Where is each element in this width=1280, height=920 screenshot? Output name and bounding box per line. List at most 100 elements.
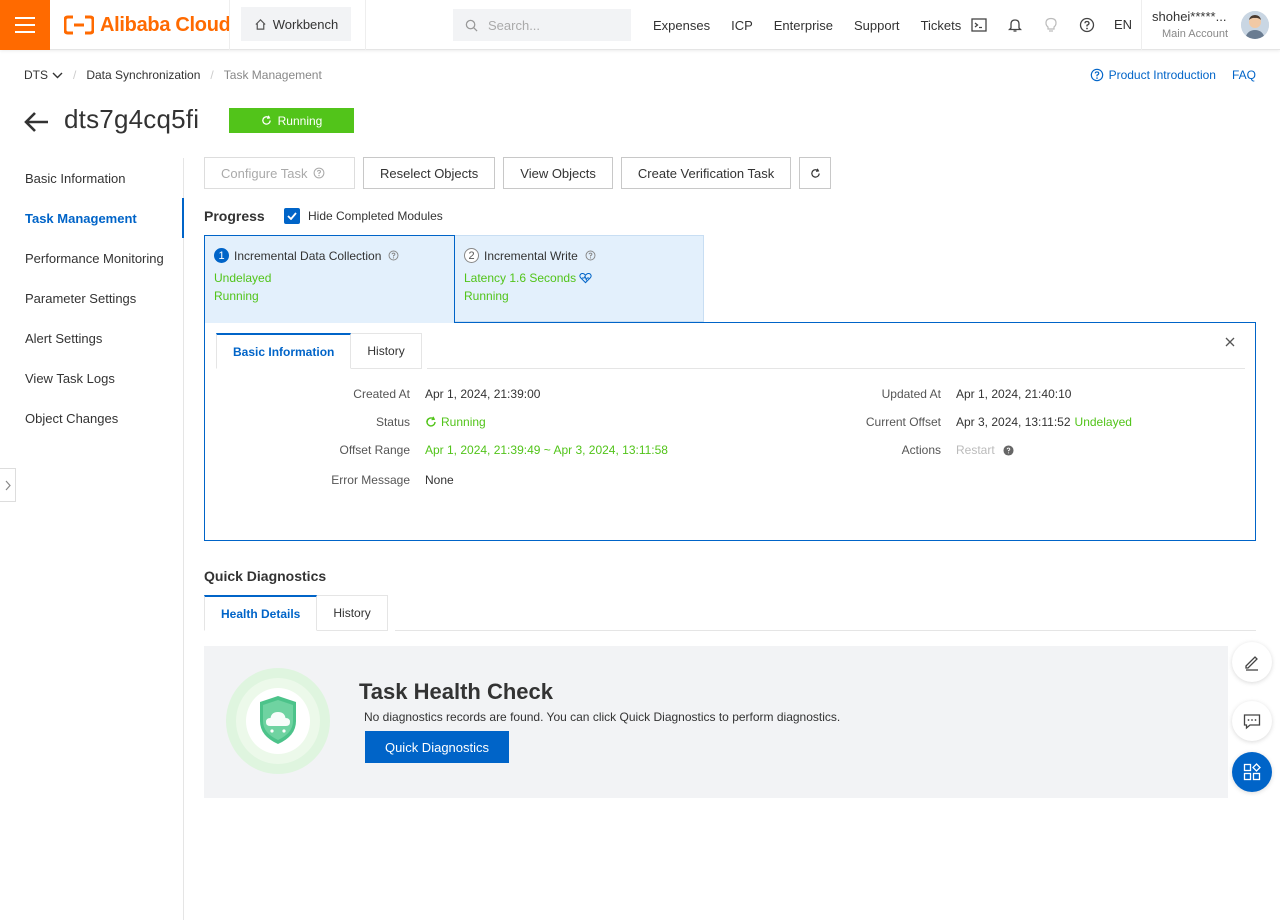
tabs-divider [427, 368, 1245, 369]
breadcrumb-current: Task Management [223, 68, 322, 82]
sidebar-collapse-handle[interactable] [0, 468, 16, 502]
hide-completed-checkbox[interactable]: Hide Completed Modules [284, 208, 443, 224]
created-at-value: Apr 1, 2024, 21:39:00 [425, 387, 541, 401]
apps-button[interactable] [1232, 752, 1272, 792]
breadcrumb-separator: / [73, 68, 77, 82]
current-offset-time: Apr 3, 2024, 13:11:52 [956, 415, 1071, 429]
nav-expenses[interactable]: Expenses [653, 18, 710, 33]
chat-button[interactable] [1232, 701, 1272, 741]
breadcrumb-service[interactable]: DTS [24, 68, 63, 82]
updated-at-label: Updated At [881, 387, 941, 401]
tab-health-details[interactable]: Health Details [204, 595, 318, 631]
divider [1141, 0, 1142, 50]
actions-label: Actions [901, 443, 941, 457]
current-offset-label: Current Offset [865, 415, 941, 429]
breadcrumb-section[interactable]: Data Synchronization [86, 68, 200, 82]
help-circle-icon [314, 167, 325, 179]
product-introduction-link[interactable]: Product Introduction [1090, 68, 1216, 82]
faq-link[interactable]: FAQ [1232, 68, 1256, 82]
workbench-button[interactable]: Workbench [241, 7, 351, 41]
health-check-panel: Task Health Check No diagnostics records… [204, 646, 1228, 798]
refresh-button[interactable] [799, 157, 832, 189]
search-box[interactable] [453, 9, 631, 41]
avatar[interactable] [1241, 11, 1269, 39]
chevron-down-icon [52, 72, 63, 78]
checkbox-checked-icon[interactable] [284, 208, 300, 224]
module-run-status: Running [464, 289, 509, 303]
terminal-icon[interactable] [970, 16, 988, 34]
top-bar: Alibaba Cloud Workbench Expenses ICP Ent… [0, 0, 1280, 50]
diagnostics-tabs: Health Details History [204, 595, 388, 631]
help-circle-icon[interactable] [388, 250, 399, 261]
refresh-icon [261, 115, 271, 125]
divider [365, 0, 366, 50]
status-text: Running [441, 415, 486, 429]
created-at-label: Created At [353, 387, 410, 401]
module-card-incremental-write[interactable]: 2 Incremental Write Latency 1.6 Seconds … [454, 235, 704, 322]
top-nav: Expenses ICP Enterprise Support Tickets [653, 0, 982, 50]
health-check-title: Task Health Check [359, 679, 554, 704]
search-input[interactable] [488, 17, 618, 33]
nav-tickets[interactable]: Tickets [921, 18, 962, 33]
actions-value: Restart [956, 443, 1014, 457]
alibaba-cloud-logo[interactable]: Alibaba Cloud [64, 14, 231, 36]
current-offset-status: Undelayed [1074, 415, 1132, 429]
sidebar: Basic Information Task Management Perfor… [0, 158, 184, 920]
quick-diagnostics-title: Quick Diagnostics [204, 568, 327, 584]
tab-diagnostics-history[interactable]: History [317, 595, 388, 631]
module-latency-label: Latency 1.6 Seconds [464, 271, 577, 285]
sidebar-item-alert-settings[interactable]: Alert Settings [0, 318, 183, 358]
lightbulb-icon[interactable] [1042, 16, 1060, 34]
apps-grid-icon [1243, 763, 1261, 781]
sidebar-item-parameter-settings[interactable]: Parameter Settings [0, 278, 183, 318]
page-title: dts7g4cq5fi [64, 104, 200, 134]
restart-link[interactable]: Restart [956, 443, 995, 457]
nav-support[interactable]: Support [854, 18, 900, 33]
tab-basic-information[interactable]: Basic Information [216, 333, 352, 369]
status-value: Running [425, 415, 486, 429]
offset-range-label: Offset Range [339, 443, 411, 457]
sidebar-item-performance-monitoring[interactable]: Performance Monitoring [0, 238, 183, 278]
help-icon[interactable] [1078, 16, 1096, 34]
nav-enterprise[interactable]: Enterprise [774, 18, 833, 33]
quick-diagnostics-button[interactable]: Quick Diagnostics [365, 731, 509, 763]
nav-icp[interactable]: ICP [731, 18, 753, 33]
module-detail-panel: Basic Information History Created At Apr… [204, 322, 1256, 541]
tabs-divider [395, 630, 1256, 631]
reselect-objects-button[interactable]: Reselect Objects [363, 157, 496, 189]
view-objects-button[interactable]: View Objects [503, 157, 613, 189]
updated-at-value: Apr 1, 2024, 21:40:10 [956, 387, 1072, 401]
heartbeat-icon[interactable] [579, 272, 592, 284]
configure-task-label: Configure Task [221, 165, 308, 181]
step-number: 1 [214, 248, 229, 263]
sidebar-item-basic-information[interactable]: Basic Information [0, 158, 183, 198]
breadcrumb: DTS / Data Synchronization / Task Manage… [24, 68, 322, 82]
tab-history[interactable]: History [351, 333, 422, 369]
user-menu[interactable]: shohei*****... Main Account [1152, 9, 1228, 40]
breadcrumb-separator: / [210, 68, 214, 82]
menu-icon[interactable] [0, 0, 50, 50]
feedback-edit-button[interactable] [1232, 642, 1272, 682]
home-icon [255, 18, 266, 30]
back-arrow-icon[interactable] [24, 110, 50, 134]
help-filled-icon[interactable] [1003, 444, 1014, 456]
status-label: Status [375, 415, 410, 429]
language-switch[interactable]: EN [1114, 17, 1132, 32]
module-card-incremental-data-collection[interactable]: 1 Incremental Data Collection Undelayed … [204, 235, 455, 323]
alibaba-logo-icon [64, 15, 94, 35]
brand-name: Alibaba Cloud [100, 13, 231, 36]
bell-icon[interactable] [1006, 16, 1024, 34]
configure-task-button[interactable]: Configure Task [204, 157, 355, 189]
help-circle-icon[interactable] [585, 250, 596, 261]
toolbar: Configure Task Reselect Objects View Obj… [204, 157, 832, 189]
hide-completed-label: Hide Completed Modules [308, 209, 443, 223]
sidebar-item-task-management[interactable]: Task Management [0, 198, 184, 238]
account-role: Main Account [1162, 28, 1229, 40]
module-run-status: Running [214, 289, 259, 303]
close-icon[interactable] [1223, 335, 1237, 349]
sidebar-item-view-task-logs[interactable]: View Task Logs [0, 358, 183, 398]
create-verification-task-button[interactable]: Create Verification Task [620, 157, 792, 189]
current-offset-value: Apr 3, 2024, 13:11:52 Undelayed [956, 415, 1132, 429]
refresh-icon [426, 416, 436, 427]
sidebar-item-object-changes[interactable]: Object Changes [0, 398, 183, 438]
